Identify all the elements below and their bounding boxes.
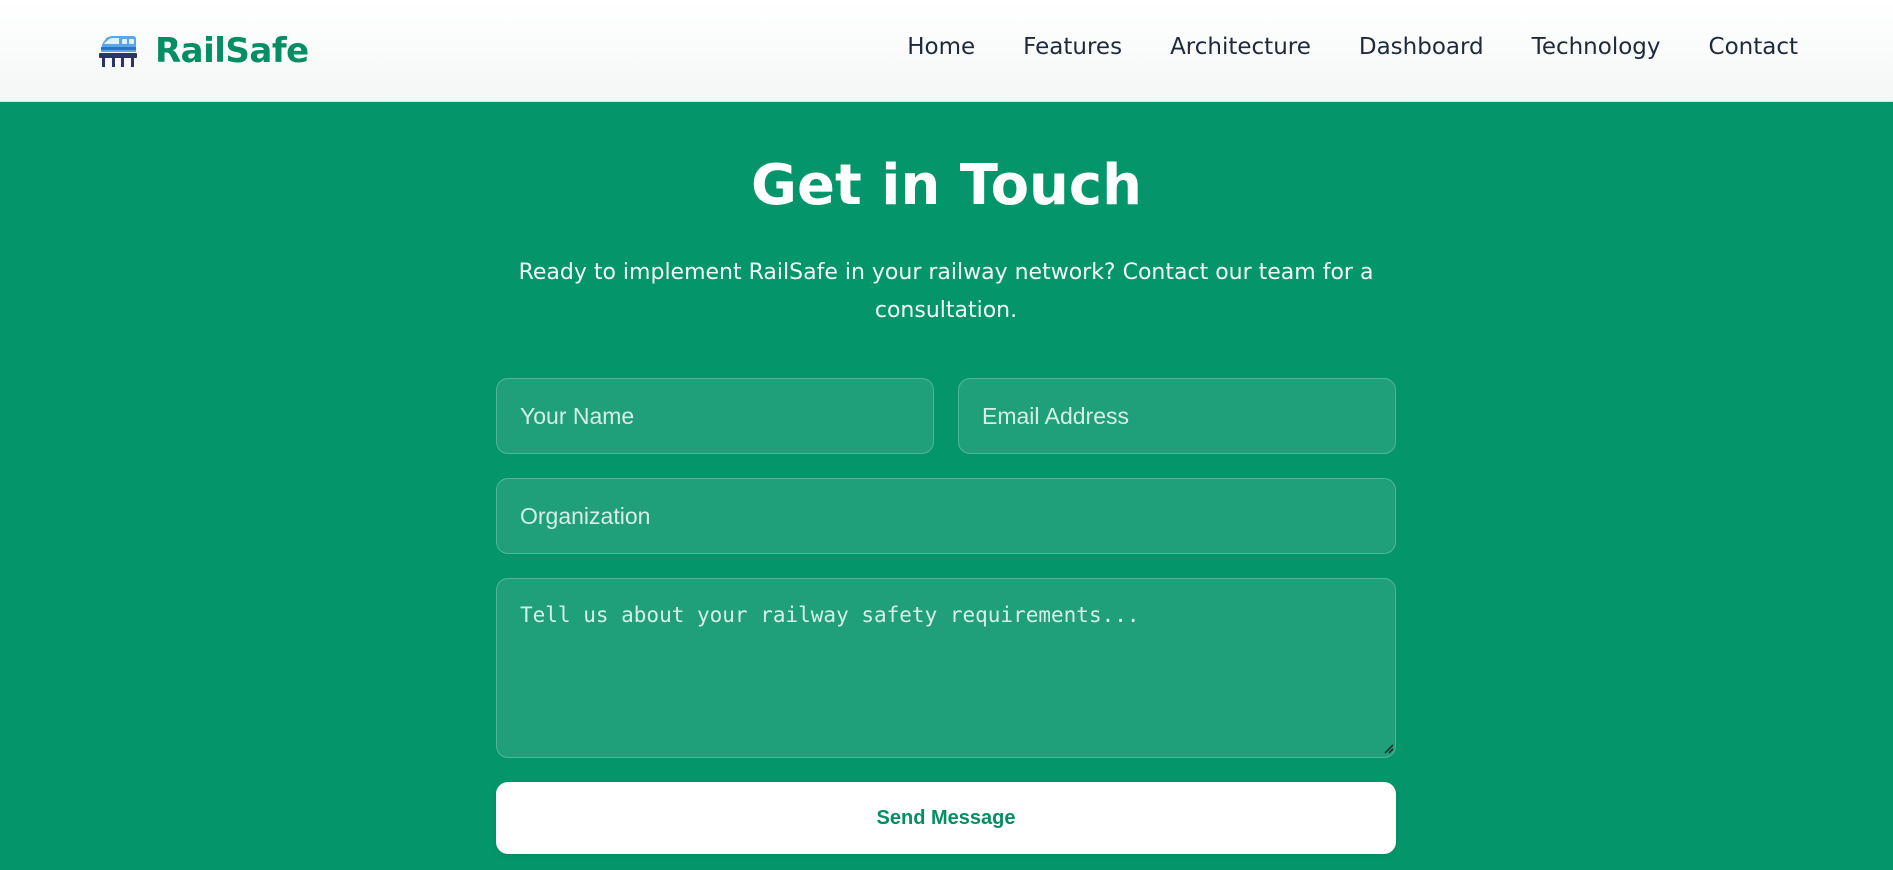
email-input[interactable]: [958, 378, 1396, 454]
brand-name: RailSafe: [155, 31, 309, 71]
resize-handle-icon[interactable]: [1384, 744, 1394, 754]
nav-link-features[interactable]: Features: [1023, 34, 1122, 60]
nav-link-technology[interactable]: Technology: [1532, 34, 1661, 60]
nav-menu: Home Features Architecture Dashboard Tec…: [907, 34, 1798, 60]
nav-link-contact[interactable]: Contact: [1709, 34, 1798, 60]
section-title: Get in Touch: [751, 153, 1142, 218]
name-input[interactable]: [496, 378, 934, 454]
message-textarea[interactable]: [496, 578, 1396, 758]
nav-link-home[interactable]: Home: [907, 34, 975, 60]
nav-link-architecture[interactable]: Architecture: [1170, 34, 1311, 60]
brand-logo[interactable]: RailSafe: [99, 28, 309, 74]
organization-input[interactable]: [496, 478, 1396, 554]
navbar: RailSafe Home Features Architecture Dash…: [0, 0, 1893, 102]
nav-link-dashboard[interactable]: Dashboard: [1359, 34, 1484, 60]
train-icon: [99, 36, 137, 67]
send-message-button[interactable]: Send Message: [496, 782, 1396, 854]
section-subtitle: Ready to implement RailSafe in your rail…: [518, 260, 1374, 323]
contact-section: Get in Touch Ready to implement RailSafe…: [0, 102, 1893, 870]
